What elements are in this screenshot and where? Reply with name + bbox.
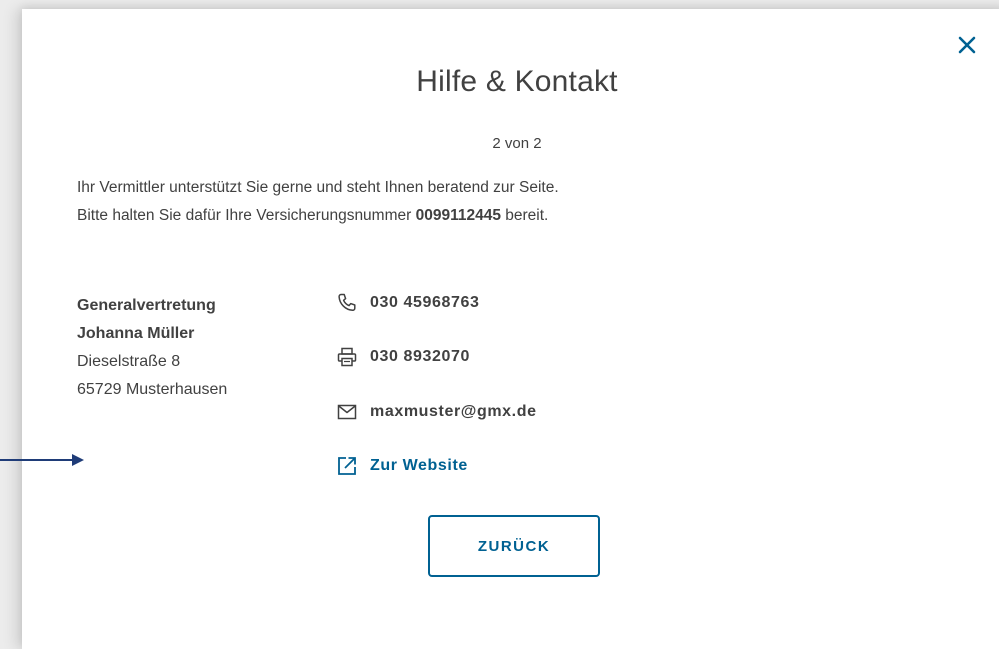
fax-icon [336,346,358,368]
website-label: Zur Website [370,457,468,474]
intro-line-2: Bitte halten Sie dafür Ihre Versicherung… [77,202,777,230]
back-button[interactable]: ZURÜCK [428,515,600,577]
mail-icon [336,401,358,423]
website-link[interactable]: Zur Website [336,453,468,479]
agent-title: Generalvertretung [77,297,216,314]
phone-number: 030 45968763 [370,294,480,311]
contact-email[interactable]: maxmuster@gmx.de [336,399,537,425]
intro-line-1: Ihr Vermittler unterstützt Sie gerne und… [77,179,559,196]
arrow-right-icon [0,453,86,467]
step-indicator: 2 von 2 [492,135,542,152]
agent-city: 65729 Musterhausen [77,381,228,398]
agent-street: Dieselstraße 8 [77,353,181,370]
intro-text: Ihr Vermittler unterstützt Sie gerne und… [77,174,777,230]
agent-name: Johanna Müller [77,325,195,342]
policy-number: 0099112445 [415,207,501,224]
close-icon[interactable] [954,32,980,58]
intro-line-2-suffix: bereit. [500,207,549,224]
agent-address: Generalvertretung Johanna Müller Diesels… [77,292,227,404]
fax-number: 030 8932070 [370,348,471,365]
phone-icon [336,292,358,314]
external-link-icon [336,455,358,477]
contact-fax: 030 8932070 [336,344,470,370]
dialog-title: Hilfe & Kontakt [416,65,618,98]
email-address: maxmuster@gmx.de [370,403,537,420]
contact-phone[interactable]: 030 45968763 [336,290,480,316]
intro-line-2-prefix: Bitte halten Sie dafür Ihre Versicherung… [77,207,416,224]
